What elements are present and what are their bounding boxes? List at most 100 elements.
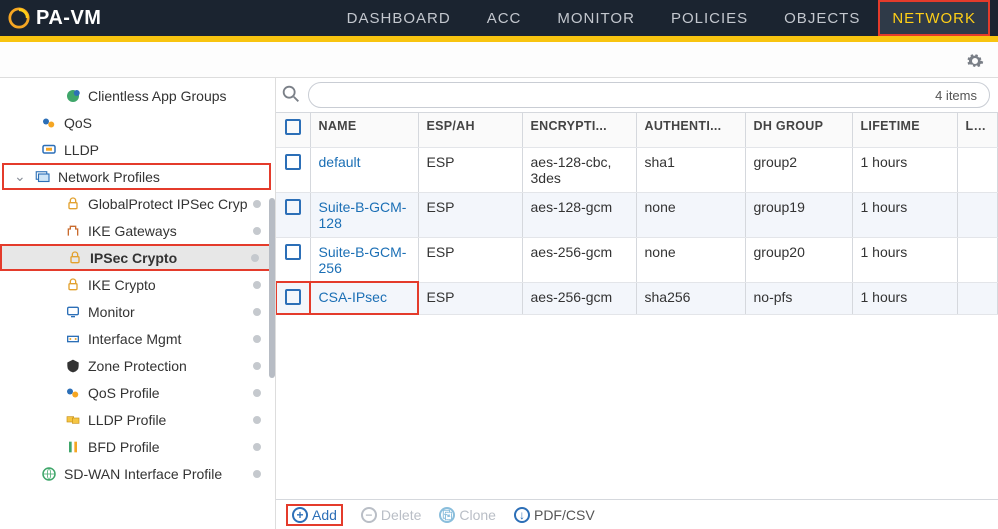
sidebar-scrollbar[interactable]	[269, 198, 275, 378]
lifetime-cell: 1 hours	[852, 192, 957, 237]
dh-cell: group19	[745, 192, 852, 237]
status-dot	[253, 227, 261, 235]
nav-dashboard[interactable]: DASHBOARD	[329, 0, 469, 36]
nav-monitor[interactable]: MONITOR	[539, 0, 653, 36]
encrypt-cell: aes-256-gcm	[522, 237, 636, 282]
nav-network[interactable]: NETWORK	[878, 0, 990, 36]
search-input[interactable]: 4 items	[308, 82, 990, 108]
table-row[interactable]: Suite-B-GCM-256ESPaes-256-gcmnonegroup20…	[276, 237, 998, 282]
profiles-icon	[34, 168, 52, 186]
qos-icon	[64, 384, 82, 402]
add-button[interactable]: + Add	[286, 504, 343, 526]
item-count: 4 items	[935, 88, 977, 103]
lifetime-cell: 1 hours	[852, 147, 957, 192]
espah-cell: ESP	[418, 147, 522, 192]
life2-cell	[957, 282, 998, 314]
top-nav-bar: PA-VM DASHBOARDACCMONITORPOLICIESOBJECTS…	[0, 0, 998, 36]
sub-bar	[0, 42, 998, 78]
col-name[interactable]: NAME	[310, 113, 418, 147]
row-checkbox[interactable]	[285, 289, 301, 305]
content-pane: 4 items NAMEESP/AHENCRYPTI...AUTHENTI...…	[276, 78, 998, 529]
sidebar-item-label: GlobalProtect IPSec Cryp	[88, 196, 275, 212]
sidebar-item-globalprotect-ipsec-cryp[interactable]: GlobalProtect IPSec Cryp	[0, 190, 275, 217]
sidebar-item-label: QoS	[64, 115, 275, 131]
top-nav: DASHBOARDACCMONITORPOLICIESOBJECTSNETWOR…	[329, 0, 990, 36]
gear-icon[interactable]	[966, 52, 984, 73]
dh-cell: group2	[745, 147, 852, 192]
dh-cell: no-pfs	[745, 282, 852, 314]
sidebar-item-ipsec-crypto[interactable]: IPSec Crypto	[0, 244, 275, 271]
row-checkbox[interactable]	[285, 199, 301, 215]
sidebar-item-label: Clientless App Groups	[88, 88, 275, 104]
sidebar-item-label: LLDP	[64, 142, 275, 158]
table-row[interactable]: CSA-IPsecESPaes-256-gcmsha256no-pfs1 hou…	[276, 282, 998, 314]
logo-icon	[8, 7, 30, 29]
col-encrypti-[interactable]: ENCRYPTI...	[522, 113, 636, 147]
footer-toolbar: + Add − Delete ⎘ Clone ↓ PDF/CSV	[276, 499, 998, 529]
chevron-down-icon: ⌄	[14, 168, 26, 185]
status-dot	[253, 200, 261, 208]
app-logo: PA-VM	[8, 7, 101, 30]
sidebar-item-label: LLDP Profile	[88, 412, 275, 428]
sidebar-item-ike-crypto[interactable]: IKE Crypto	[0, 271, 275, 298]
sidebar-item-label: BFD Profile	[88, 439, 275, 455]
status-dot	[253, 416, 261, 424]
col-authenti-[interactable]: AUTHENTI...	[636, 113, 745, 147]
sidebar-item-interface-mgmt[interactable]: Interface Mgmt	[0, 325, 275, 352]
lock-icon	[64, 195, 82, 213]
select-all-checkbox[interactable]	[285, 119, 301, 135]
sidebar-item-qos[interactable]: QoS	[0, 109, 275, 136]
col-lifetime[interactable]: LIFETIME	[852, 113, 957, 147]
auth-cell: sha1	[636, 147, 745, 192]
col-esp-ah[interactable]: ESP/AH	[418, 113, 522, 147]
search-icon[interactable]	[280, 83, 302, 108]
qos-icon	[40, 114, 58, 132]
auth-cell: sha256	[636, 282, 745, 314]
gateway-icon	[64, 222, 82, 240]
profile-name-link[interactable]: default	[319, 154, 361, 170]
sidebar-item-clientless-app-groups[interactable]: Clientless App Groups	[0, 82, 275, 109]
status-dot	[253, 389, 261, 397]
status-dot	[253, 281, 261, 289]
table-row[interactable]: Suite-B-GCM-128ESPaes-128-gcmnonegroup19…	[276, 192, 998, 237]
encrypt-cell: aes-128-gcm	[522, 192, 636, 237]
pdfcsv-button[interactable]: ↓ PDF/CSV	[514, 507, 595, 523]
dh-cell: group20	[745, 237, 852, 282]
sidebar-item-monitor[interactable]: Monitor	[0, 298, 275, 325]
sidebar-item-network-profiles[interactable]: ⌄Network Profiles	[2, 163, 271, 190]
auth-cell: none	[636, 192, 745, 237]
delete-button[interactable]: − Delete	[361, 507, 421, 523]
sidebar-item-sd-wan-interface-profile[interactable]: SD-WAN Interface Profile	[0, 460, 275, 487]
espah-cell: ESP	[418, 237, 522, 282]
sidebar-item-lldp[interactable]: LLDP	[0, 136, 275, 163]
sidebar-item-zone-protection[interactable]: Zone Protection	[0, 352, 275, 379]
table-row[interactable]: defaultESPaes-128-cbc, 3dessha1group21 h…	[276, 147, 998, 192]
sidebar-item-qos-profile[interactable]: QoS Profile	[0, 379, 275, 406]
col-life[interactable]: LIFE	[957, 113, 998, 147]
sidebar-item-lldp-profile[interactable]: LLDP Profile	[0, 406, 275, 433]
row-checkbox[interactable]	[285, 154, 301, 170]
delete-label: Delete	[381, 507, 421, 523]
nav-policies[interactable]: POLICIES	[653, 0, 766, 36]
profile-name-link[interactable]: Suite-B-GCM-256	[319, 244, 407, 276]
download-icon: ↓	[514, 507, 530, 523]
espah-cell: ESP	[418, 282, 522, 314]
profile-name-link[interactable]: CSA-IPsec	[319, 289, 387, 305]
nav-acc[interactable]: ACC	[469, 0, 540, 36]
sidebar-item-label: IKE Gateways	[88, 223, 275, 239]
row-checkbox[interactable]	[285, 244, 301, 260]
status-dot	[253, 362, 261, 370]
lldp-icon	[40, 141, 58, 159]
lifetime-cell: 1 hours	[852, 237, 957, 282]
sidebar-item-bfd-profile[interactable]: BFD Profile	[0, 433, 275, 460]
col-dh-group[interactable]: DH GROUP	[745, 113, 852, 147]
clone-button[interactable]: ⎘ Clone	[439, 507, 496, 523]
profile-name-link[interactable]: Suite-B-GCM-128	[319, 199, 407, 231]
add-label: Add	[312, 507, 337, 523]
nav-objects[interactable]: OBJECTS	[766, 0, 878, 36]
sidebar-item-ike-gateways[interactable]: IKE Gateways	[0, 217, 275, 244]
lock-icon	[66, 249, 84, 267]
interface-icon	[64, 330, 82, 348]
app-group-icon	[64, 87, 82, 105]
clone-label: Clone	[459, 507, 496, 523]
